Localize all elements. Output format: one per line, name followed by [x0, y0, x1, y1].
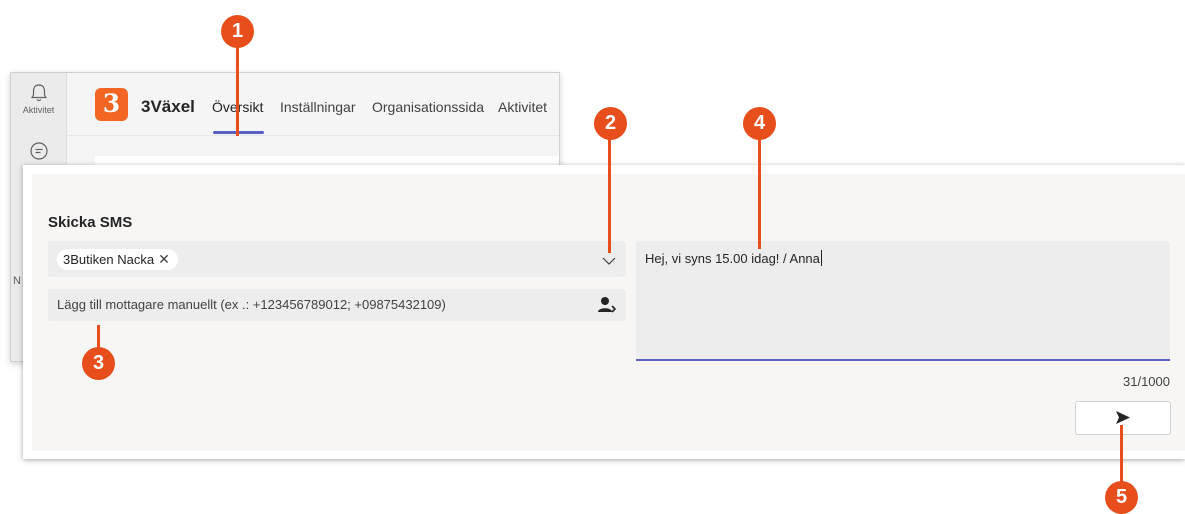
text-caret [820, 250, 822, 266]
chevron-down-icon[interactable] [602, 253, 616, 271]
message-textarea[interactable]: Hej, vi syns 15.00 idag! / Anna [636, 241, 1170, 361]
callout-4: 4 [743, 107, 776, 140]
rail-partial-label: N [13, 275, 21, 287]
tab-organisationssida[interactable]: Organisationssida [372, 99, 484, 115]
rail-item-chat[interactable] [11, 141, 66, 161]
tab-installningar[interactable]: Inställningar [280, 99, 356, 115]
callout-2: 2 [594, 107, 627, 140]
send-arrow-icon [1116, 411, 1130, 424]
sms-panel: Skicka SMS 3Butiken Nacka ✕ Lägg till mot… [23, 165, 1185, 459]
add-contact-icon[interactable] [597, 295, 617, 320]
rail-item-label: Aktivitet [22, 105, 55, 115]
send-button[interactable] [1075, 401, 1171, 435]
callout-3: 3 [82, 347, 115, 380]
callout-line-4 [758, 135, 761, 249]
recipient-chip[interactable]: 3Butiken Nacka ✕ [57, 249, 178, 270]
callout-1: 1 [221, 15, 254, 48]
chip-remove-icon[interactable]: ✕ [158, 251, 170, 267]
recipient-picker[interactable]: 3Butiken Nacka ✕ [48, 241, 626, 277]
callout-line-5 [1120, 425, 1123, 487]
callout-line-1 [236, 44, 239, 136]
tab-aktivitet[interactable]: Aktivitet [498, 99, 547, 115]
message-text: Hej, vi syns 15.00 idag! / Anna [645, 250, 822, 266]
character-counter: 31/1000 [1123, 374, 1170, 389]
callout-5: 5 [1105, 481, 1138, 514]
bell-icon [11, 83, 66, 103]
callout-line-2 [608, 135, 611, 253]
app-logo: 3 [95, 88, 128, 121]
chat-icon [11, 141, 66, 161]
sms-title: Skicka SMS [48, 214, 133, 231]
recipient-chip-label: 3Butiken Nacka [63, 252, 155, 267]
manual-recipient-input[interactable]: Lägg till mottagare manuellt (ex .: +123… [48, 289, 626, 321]
app-name: 3Växel [141, 97, 195, 116]
manual-recipient-placeholder: Lägg till mottagare manuellt (ex .: +123… [57, 297, 446, 312]
rail-item-activity[interactable]: Aktivitet [11, 83, 66, 115]
app-header: 3 3Växel Översikt Inställningar Organisa… [67, 73, 559, 136]
